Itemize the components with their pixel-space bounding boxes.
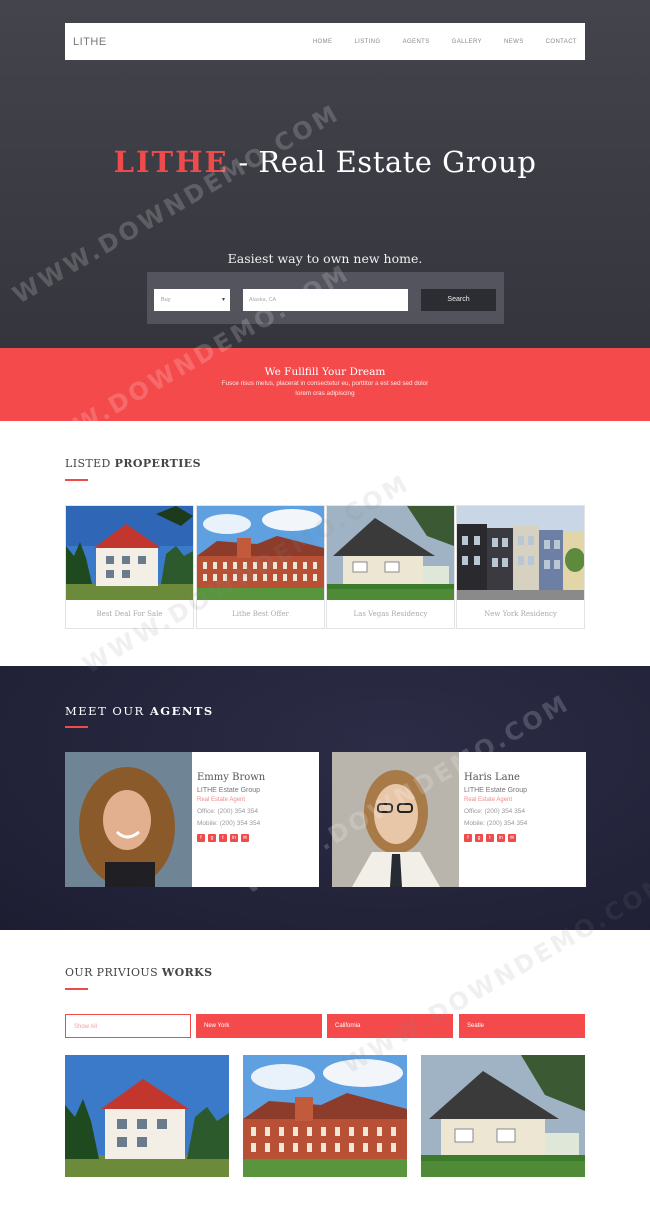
property-label[interactable]: Best Deal For Sale [66,610,193,618]
property-label[interactable]: New York Residency [457,610,584,618]
work-photo[interactable] [243,1055,407,1177]
property-card[interactable]: Lithe Best Offer [196,505,325,629]
hero-title: LITHE - Real Estate Group [0,145,650,179]
agent-office-phone: Office: (200) 354 354 [197,808,258,815]
facebook-icon[interactable]: f [197,834,205,842]
email-icon[interactable]: ✉ [241,834,249,842]
property-label[interactable]: Las Vegas Residency [327,610,454,618]
filter-seatle[interactable]: Seatle [459,1014,585,1038]
listed-heading-light: LISTED [65,457,115,470]
linkedin-icon[interactable]: in [230,834,238,842]
type-select-value: Buy [161,297,171,303]
caret-down-icon: ▾ [221,297,225,303]
agent-photo[interactable] [65,752,192,887]
works-heading-bold: WORKS [161,966,213,979]
nav-item-listing[interactable]: LISTING [354,39,380,45]
twitter-icon[interactable]: t [219,834,227,842]
agent-card[interactable]: Emmy Brown LITHE Estate Group Real Estat… [65,752,319,887]
agent-info: Haris Lane LITHE Estate Group Real Estat… [464,772,527,842]
agents-heading-bold: AGENTS [149,704,214,718]
agent-name[interactable]: Emmy Brown [197,772,265,783]
agent-mobile-phone: Mobile: (200) 354 354 [464,820,528,827]
nav-item-home[interactable]: HOME [313,39,333,45]
main-menu: HOME LISTING AGENTS GALLERY NEWS CONTACT [291,39,577,45]
nav-item-agents[interactable]: AGENTS [403,39,430,45]
property-label[interactable]: Lithe Best Offer [197,610,324,618]
filter-california[interactable]: California [327,1014,453,1038]
listed-properties-heading: LISTED PROPERTIES [65,457,201,470]
works-heading-light: OUR PRIVIOUS [65,966,162,979]
twitter-icon[interactable]: t [486,834,494,842]
search-button[interactable]: Search [421,289,496,311]
dream-banner: We Fullfill Your Dream Fusce risus metus… [0,348,650,421]
location-input[interactable]: Alaska, CA [243,289,408,311]
work-photo[interactable] [421,1055,585,1177]
agent-info: Emmy Brown LITHE Estate Group Real Estat… [197,772,265,842]
agents-section: MEET OUR AGENTS Emmy Brown LITHE Estate … [0,666,650,930]
agent-role: Real Estate Agent [464,797,513,803]
hero-title-rest: - Real Estate Group [228,145,537,179]
filter-new-york[interactable]: New York [196,1014,322,1038]
hero-section: LITHE HOME LISTING AGENTS GALLERY NEWS C… [0,0,650,348]
heading-underline [65,726,88,728]
agent-role: Real Estate Agent [197,797,246,803]
heading-underline [65,479,88,481]
banner-title: We Fullfill Your Dream [264,366,386,378]
agents-heading: MEET OUR AGENTS [65,704,214,718]
filter-show-all[interactable]: Show All [65,1014,191,1038]
google-plus-icon[interactable]: g [208,834,216,842]
agent-social-links: f g t in ✉ [464,834,527,842]
nav-item-gallery[interactable]: GALLERY [452,39,482,45]
agents-heading-light: MEET OUR [65,704,150,718]
property-photo[interactable] [457,506,584,600]
email-icon[interactable]: ✉ [508,834,516,842]
google-plus-icon[interactable]: g [475,834,483,842]
work-photo[interactable] [65,1055,229,1177]
navbar: LITHE HOME LISTING AGENTS GALLERY NEWS C… [65,23,585,60]
hero-brand: LITHE [113,145,229,179]
works-heading: OUR PRIVIOUS WORKS [65,966,213,979]
facebook-icon[interactable]: f [464,834,472,842]
property-card[interactable]: New York Residency [456,505,585,629]
property-card[interactable]: Las Vegas Residency [326,505,455,629]
nav-item-news[interactable]: NEWS [504,39,524,45]
property-photo[interactable] [66,506,193,600]
nav-item-contact[interactable]: CONTACT [546,39,577,45]
linkedin-icon[interactable]: in [497,834,505,842]
agent-photo[interactable] [332,752,459,887]
listed-heading-bold: PROPERTIES [114,457,201,470]
agent-office-phone: Office: (200) 354 354 [464,808,525,815]
banner-text: Fusce risus metus, placerat in consectet… [221,380,429,397]
agent-company: LITHE Estate Group [464,787,528,794]
agent-social-links: f g t in ✉ [197,834,265,842]
property-photo[interactable] [197,506,324,600]
agent-mobile-phone: Mobile: (200) 354 354 [197,820,261,827]
heading-underline [65,988,88,990]
agent-company: LITHE Estate Group [197,787,261,794]
search-panel: Buy ▾ Alaska, CA Search [147,272,504,324]
hero-subtitle: Easiest way to own new home. [227,251,423,266]
property-photo[interactable] [327,506,454,600]
agent-name[interactable]: Haris Lane [464,772,527,783]
type-select[interactable]: Buy ▾ [154,289,230,311]
site-logo[interactable]: LITHE [73,36,107,48]
property-card[interactable]: Best Deal For Sale [65,505,194,629]
agent-card[interactable]: Haris Lane LITHE Estate Group Real Estat… [332,752,586,887]
